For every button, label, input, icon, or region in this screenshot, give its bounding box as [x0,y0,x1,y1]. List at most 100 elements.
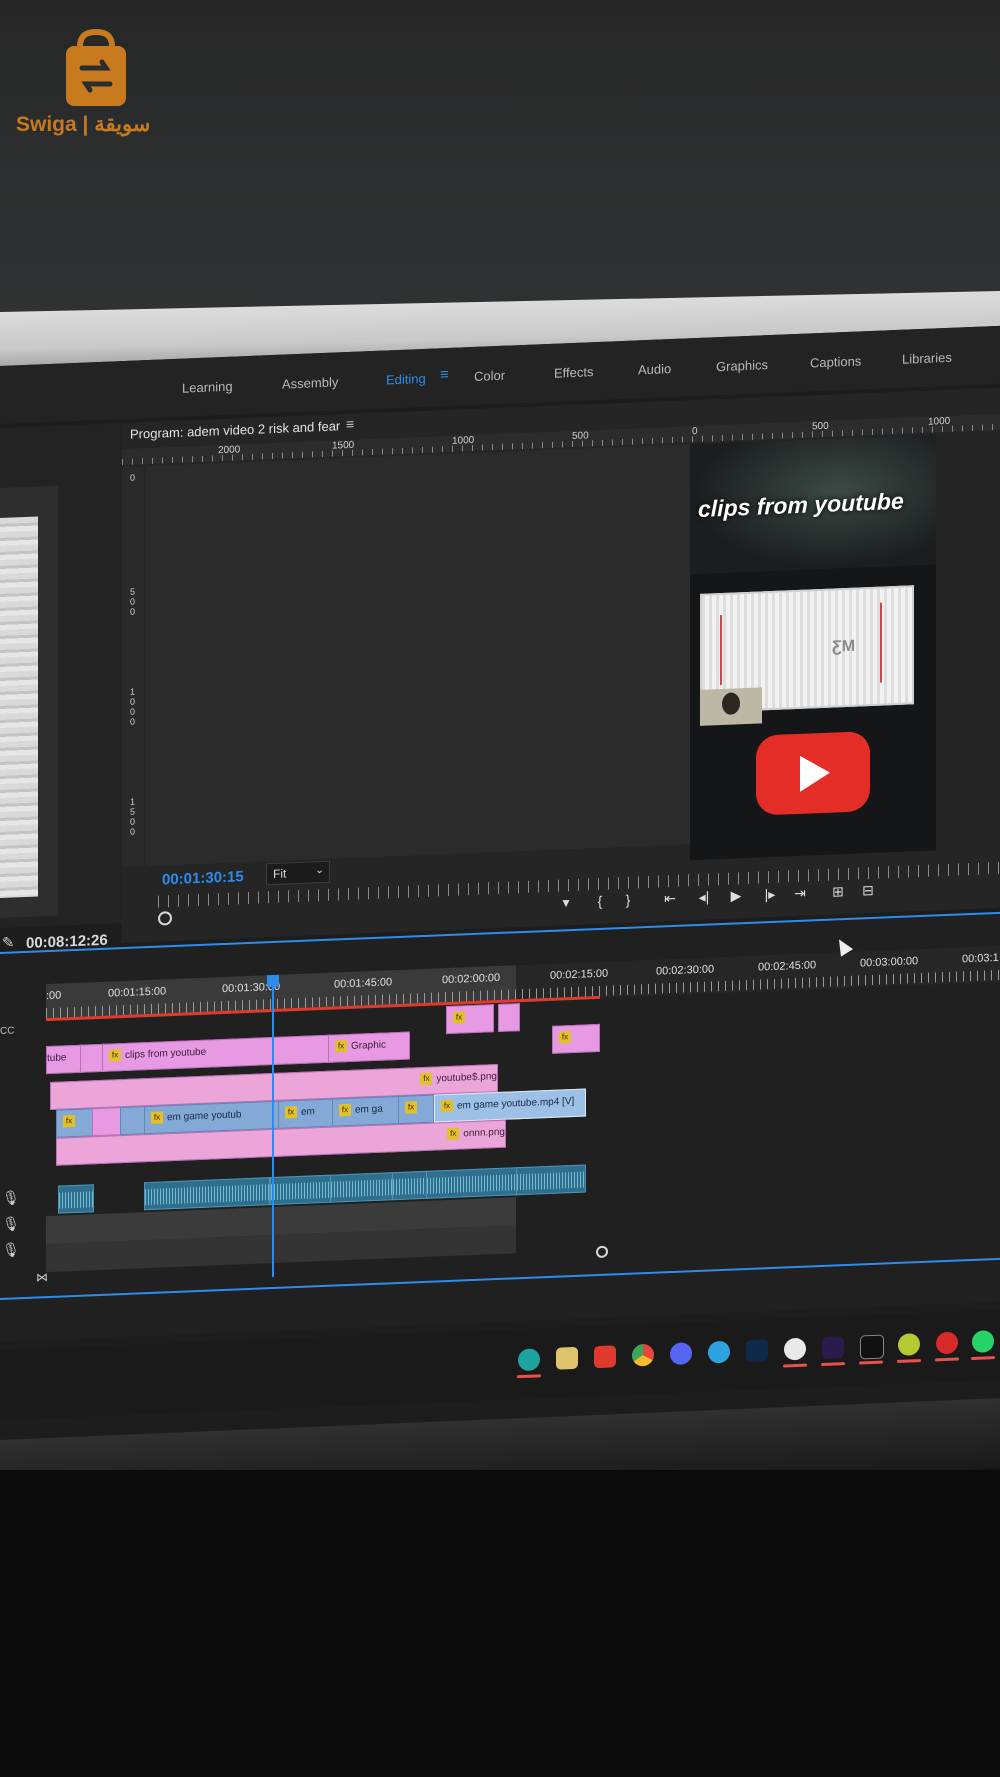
tab-captions[interactable]: Captions [810,353,861,370]
ruler-label: 1000 [452,434,475,447]
timecode-label: 00:01:15:00 [108,985,167,1000]
audio-clip[interactable] [144,1177,270,1211]
facecam-overlay [700,687,762,726]
wrench-icon[interactable]: ✎ [2,933,15,952]
waveform [517,1171,585,1191]
extract-icon[interactable]: ⊟ [856,879,880,902]
fx-badge: fx [447,1127,460,1141]
program-timecode[interactable]: 00:01:30:15 [162,868,244,888]
play-icon[interactable]: ▶ [724,884,748,907]
tab-editing[interactable]: Editing [386,371,426,388]
telegram-icon[interactable] [708,1340,730,1364]
bag-logo-icon [66,28,126,106]
timeline-clip[interactable]: fx [398,1094,434,1125]
active-indicator [517,1374,541,1379]
lift-icon[interactable]: ⊞ [826,880,850,903]
tab-graphics[interactable]: Graphics [716,357,768,374]
photoshop-icon[interactable] [746,1339,768,1363]
clip-label: Graphic [351,1039,387,1052]
program-canvas[interactable] [146,443,706,867]
ruler-label: 500 [572,430,589,443]
active-indicator [859,1360,883,1365]
fx-badge: fx [453,1011,465,1025]
play-triangle-icon [800,754,830,792]
tab-color[interactable]: Color [474,368,505,384]
tab-libraries[interactable]: Libraries [902,350,952,367]
browser-icon[interactable] [898,1333,920,1356]
tab-assembly[interactable]: Assembly [282,374,338,391]
clip-label: clips from youtube [125,1046,207,1061]
chrome-icon[interactable] [632,1343,654,1367]
microphone-icon[interactable]: 🎙 [2,1241,20,1259]
discord-icon[interactable] [670,1342,692,1366]
program-monitor-title: Program: adem video 2 risk and fear [130,418,341,442]
zoom-level-value: Fit [273,866,287,882]
capcut-icon[interactable] [860,1334,884,1360]
timeline-scroll-handle[interactable] [596,1245,608,1259]
waveform [145,1184,269,1206]
tab-effects[interactable]: Effects [554,364,594,381]
clip-label: em game youtub [167,1109,242,1124]
audio-clip[interactable] [58,1184,94,1214]
active-indicator [821,1362,845,1367]
mark-in-icon[interactable]: { [588,889,612,912]
captions-track-icon[interactable]: CC [0,1025,14,1037]
timecode-label: :00 [46,989,62,1003]
timeline-panel: CC :00 00:01:15:00 00:01:30:00 00:01:45:… [0,911,1000,1342]
ruler-label: 0 [692,425,698,438]
edge-icon[interactable] [518,1348,540,1372]
tab-audio[interactable]: Audio [638,361,671,377]
fx-badge: fx [405,1101,417,1115]
zoom-level-select[interactable]: Fit ⌄ [266,860,330,886]
go-to-in-icon[interactable]: ⇤ [658,887,682,910]
step-forward-icon[interactable]: |▸ [758,883,782,906]
zoom-handle-icon[interactable]: ⋈ [36,1270,48,1284]
workspace-menu-icon[interactable]: ≡ [440,366,449,383]
go-to-out-icon[interactable]: ⇥ [788,881,812,904]
waveform [331,1179,393,1198]
playhead-handle[interactable] [267,974,279,988]
fx-badge: fx [441,1100,453,1113]
panel-menu-icon[interactable]: ≡ [346,416,354,432]
premiere-pro-icon[interactable] [822,1336,844,1359]
microphone-icon[interactable]: 🎙 [2,1215,20,1233]
timeline-clip[interactable]: tube [46,1044,82,1075]
clip-label: onnn.png [463,1126,505,1140]
source-monitor: ✎ 00:08:12:26 [0,422,128,976]
audio-clip[interactable] [516,1164,586,1196]
timeline-clip[interactable]: fx em [278,1098,334,1129]
tab-learning[interactable]: Learning [182,379,233,396]
whatsapp-icon[interactable] [972,1330,994,1353]
screen-recorder-icon[interactable] [784,1337,806,1361]
ruler-label: 1500 [130,796,136,837]
add-marker-icon[interactable]: ▾ [554,891,578,914]
video-frame[interactable]: clips from youtube ƸM [690,434,936,861]
step-back-icon[interactable]: ◂| [692,885,716,908]
timeline-clip[interactable]: fx em ga [332,1095,400,1127]
playhead[interactable] [267,974,279,1278]
audio-clip[interactable] [392,1170,428,1201]
audio-clip[interactable] [270,1174,332,1206]
file-explorer-icon[interactable] [556,1346,578,1370]
audio-clip[interactable] [426,1167,518,1199]
waveform [59,1191,93,1209]
vivaldi-icon[interactable] [594,1345,616,1369]
timeline-clip[interactable] [120,1106,146,1136]
recorder-icon[interactable] [936,1331,958,1355]
timeline-clip[interactable]: fx [56,1108,94,1138]
microphone-icon[interactable]: 🎙 [2,1189,20,1207]
waveform [427,1174,517,1194]
timeline-clip[interactable] [92,1107,122,1137]
chart-watermark-icon: ƸM [832,637,856,656]
fx-badge: fx [339,1104,351,1117]
chart-line [880,602,882,683]
timeline-clip[interactable]: fx Graphic [328,1031,410,1063]
clip-label: em game youtube.mp4 [V] [457,1095,575,1112]
person-icon [722,692,740,716]
scrub-handle[interactable] [158,911,172,926]
mark-out-icon[interactable]: } [616,888,640,911]
timeline-clip[interactable]: fx [552,1023,600,1054]
timeline-clip[interactable] [80,1043,104,1073]
timecode-label: 00:02:00:00 [442,971,501,987]
audio-clip[interactable] [330,1172,394,1203]
